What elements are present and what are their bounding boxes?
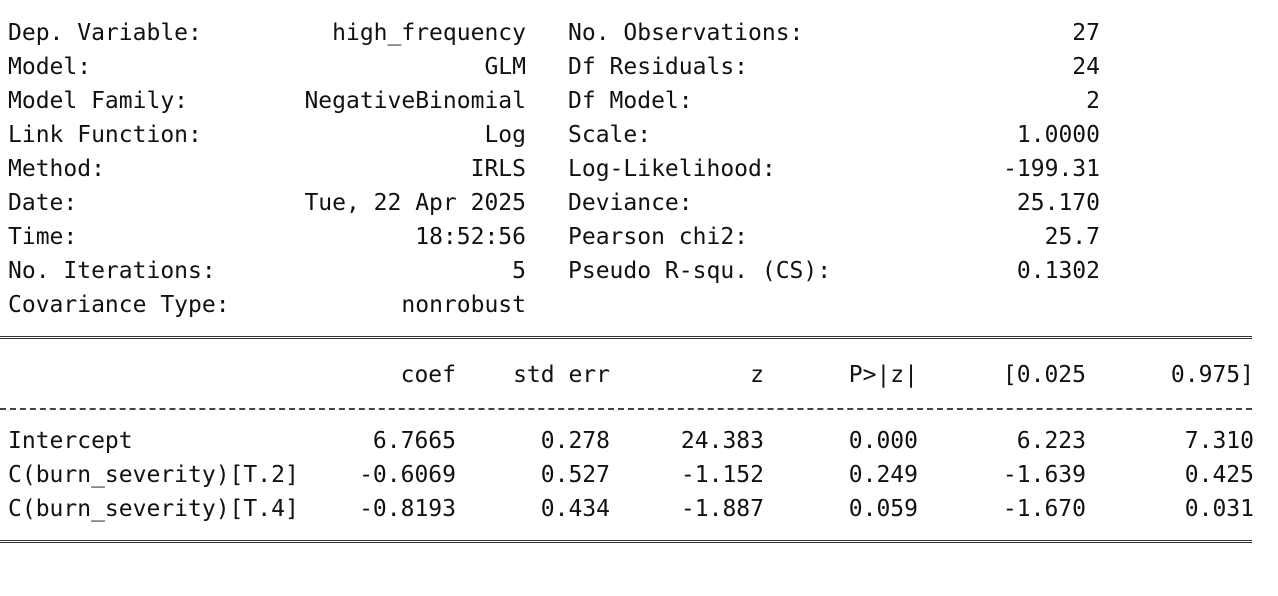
summary-left-value: NegativeBinomial (304, 88, 526, 114)
table-cell: 0.059 (848, 496, 918, 522)
summary-row: Covariance Type: nonrobust (0, 288, 1278, 322)
summary-row: Model: GLM Df Residuals: 24 (0, 50, 1278, 84)
summary-right-label: Scale: (568, 122, 652, 148)
table-cell: -1.152 (680, 462, 764, 488)
summary-row: Time: 18:52:56 Pearson chi2: 25.7 (0, 220, 1278, 254)
table-cell: -0.8193 (359, 496, 456, 522)
table-cell: 0.434 (540, 496, 610, 522)
summary-left-label: Link Function: (8, 122, 202, 148)
table-cell: 0.249 (848, 462, 918, 488)
term-name: C(burn_severity)[T.2] (8, 462, 299, 488)
header-coef: coef (400, 362, 456, 388)
table-cell: 0.425 (1184, 462, 1254, 488)
summary-right-label: Pseudo R-squ. (CS): (568, 258, 832, 284)
summary-row: Dep. Variable: high_frequency No. Observat… (0, 16, 1278, 50)
summary-left-value: GLM (484, 54, 526, 80)
summary-left-label: Date: (8, 190, 78, 216)
table-cell: 0.031 (1184, 496, 1254, 522)
bottom-double-rule (0, 540, 1252, 557)
table-row: Intercept 6.7665 0.278 24.383 0.000 6.223 7.31… (0, 424, 1278, 458)
summary-left-value: 18:52:56 (415, 224, 526, 250)
summary-left-value: 5 (512, 258, 526, 284)
table-cell: -1.639 (1002, 462, 1086, 488)
header-p-value: P>|z| (848, 362, 918, 388)
table-cell: 6.7665 (372, 428, 456, 454)
table-cell: -1.670 (1002, 496, 1086, 522)
summary-left-label: Dep. Variable: (8, 20, 202, 46)
mid-double-rule (0, 336, 1252, 353)
summary-right-value: 27 (1072, 20, 1100, 46)
table-cell: -1.887 (680, 496, 764, 522)
summary-right-label: No. Observations: (568, 20, 804, 46)
summary-left-value: nonrobust (401, 292, 526, 318)
header-std-err: std err (513, 362, 610, 388)
summary-right-value: -199.31 (1003, 156, 1100, 182)
header-z: z (750, 362, 764, 388)
summary-left-label: Model Family: (8, 88, 189, 114)
term-name: Intercept (8, 428, 133, 454)
table-cell: -0.6069 (359, 462, 456, 488)
coef-header-row: coef std err z P>|z| [0.025 0.975] (0, 358, 1278, 392)
summary-right-value: 2 (1086, 88, 1100, 114)
summary-row: Link Function: Log Scale: 1.0000 (0, 118, 1278, 152)
summary-row: Model Family: NegativeBinomial Df Model: 2 (0, 84, 1278, 118)
summary-right-label: Deviance: (568, 190, 693, 216)
table-cell: 0.527 (540, 462, 610, 488)
summary-right-value: 1.0000 (1016, 122, 1100, 148)
top-double-rule (0, 0, 1100, 13)
summary-row: No. Iterations: 5 Pseudo R-squ. (CS): 0.130… (0, 254, 1278, 288)
table-cell: 0.278 (540, 428, 610, 454)
table-cell: 7.310 (1184, 428, 1254, 454)
summary-right-value: 24 (1072, 54, 1100, 80)
summary-left-label: Method: (8, 156, 105, 182)
summary-left-value: Tue, 22 Apr 2025 (304, 190, 526, 216)
table-row: C(burn_severity)[T.4] -0.8193 0.434 -1.887 0… (0, 492, 1278, 526)
table-cell: 0.000 (848, 428, 918, 454)
table-cell: 6.223 (1016, 428, 1086, 454)
summary-right-value: 25.170 (1016, 190, 1100, 216)
header-separator-rule (0, 408, 1252, 410)
summary-row: Method: IRLS Log-Likelihood: -199.31 (0, 152, 1278, 186)
term-name: C(burn_severity)[T.4] (8, 496, 299, 522)
header-ci-upper: 0.975] (1170, 362, 1254, 388)
summary-left-value: Log (484, 122, 526, 148)
summary-right-label: Df Residuals: (568, 54, 749, 80)
summary-left-value: IRLS (470, 156, 526, 182)
header-ci-lower: [0.025 (1002, 362, 1086, 388)
summary-right-value: 0.1302 (1016, 258, 1100, 284)
table-row: C(burn_severity)[T.2] -0.6069 0.527 -1.152 0… (0, 458, 1278, 492)
summary-row: Date: Tue, 22 Apr 2025 Deviance: 25.170 (0, 186, 1278, 220)
summary-right-label: Log-Likelihood: (568, 156, 776, 182)
summary-right-value: 25.7 (1044, 224, 1100, 250)
summary-right-label: Pearson chi2: (568, 224, 749, 250)
summary-left-label: Time: (8, 224, 78, 250)
summary-left-label: No. Iterations: (8, 258, 216, 284)
summary-left-label: Model: (8, 54, 92, 80)
summary-right-label: Df Model: (568, 88, 693, 114)
summary-left-value: high_frequency (332, 20, 526, 46)
summary-left-label: Covariance Type: (8, 292, 230, 318)
table-cell: 24.383 (680, 428, 764, 454)
